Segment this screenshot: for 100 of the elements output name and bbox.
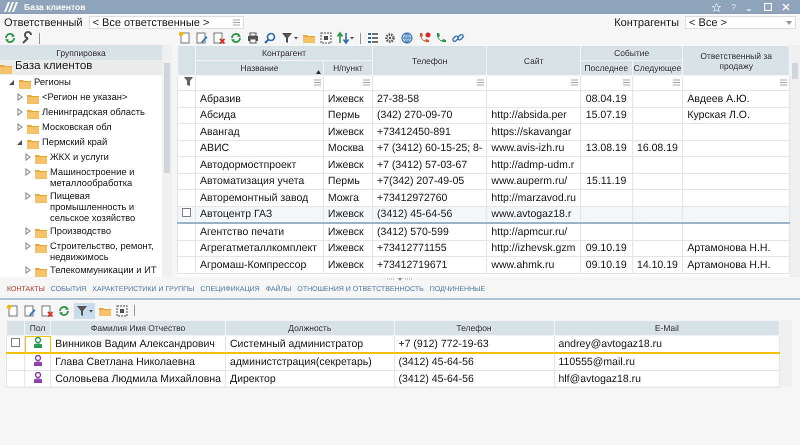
- column-header[interactable]: Телефон: [372, 46, 487, 76]
- table-cell: andrey@avtogaz18.ru: [558, 338, 662, 350]
- column-header[interactable]: Пол: [24, 320, 51, 336]
- filter-dropdown-icon[interactable]: [75, 304, 94, 318]
- globe-icon[interactable]: [400, 31, 414, 45]
- edit-document-icon[interactable]: [23, 304, 37, 318]
- tree-item[interactable]: Строительство, ремонт, недвижимось: [50, 240, 162, 262]
- table-cell: 15.11.19: [586, 175, 626, 188]
- phone-icon[interactable]: [434, 31, 448, 45]
- expand-arrow-icon[interactable]: [24, 190, 32, 202]
- table-cell: 08.04.19: [586, 92, 627, 105]
- wrench-icon[interactable]: [20, 31, 34, 45]
- expand-arrow-icon[interactable]: [24, 151, 32, 163]
- table-cell: Абразив: [200, 92, 241, 105]
- table-cell: 09.10.19: [586, 258, 627, 271]
- tree-item[interactable]: Московская обл: [42, 121, 112, 132]
- maximize-icon[interactable]: [764, 3, 772, 11]
- table-cell: www.auperm.ru/: [491, 175, 568, 188]
- expand-arrow-icon[interactable]: [16, 91, 24, 103]
- tree-item[interactable]: ЖКХ и услуги: [50, 151, 109, 162]
- close-icon[interactable]: [782, 3, 790, 11]
- column-header[interactable]: Фамилия Имя Отчество: [50, 320, 226, 336]
- scrollbar[interactable]: [162, 45, 172, 277]
- link-icon[interactable]: [451, 31, 465, 45]
- table-cell: Ижевск: [328, 242, 364, 254]
- column-header[interactable]: E-Mail: [554, 320, 780, 336]
- table-cell: Авдеев А.Ю.: [687, 92, 750, 105]
- table-cell: +7 (3412) 57-03-67: [377, 158, 468, 171]
- table-cell: 16.08.19: [637, 142, 678, 154]
- expand-arrow-icon[interactable]: [24, 264, 32, 276]
- folder-icon: [35, 242, 47, 253]
- folder-icon: [0, 63, 12, 74]
- scrollbar[interactable]: [790, 45, 800, 277]
- expand-arrow-icon[interactable]: [24, 166, 32, 178]
- table-cell: 27-38-58: [377, 92, 420, 105]
- menu-icon[interactable]: [363, 79, 370, 86]
- table-cell: Артамонова Н.Н.: [687, 242, 770, 254]
- person-icon: [32, 372, 43, 383]
- table-cell: http://admp-udm.r: [491, 158, 574, 171]
- dropdown-arrow-icon[interactable]: [786, 20, 792, 24]
- folder-icon: [35, 266, 47, 277]
- splitter-handle-icon[interactable]: [387, 278, 413, 282]
- menu-icon[interactable]: [314, 79, 321, 86]
- column-header[interactable]: Должность: [225, 320, 394, 336]
- scrollbar[interactable]: [780, 320, 792, 386]
- edit-document-icon[interactable]: [195, 31, 209, 45]
- column-header[interactable]: Название: [196, 60, 324, 76]
- tree-item[interactable]: Телекоммуникации и ИТ: [50, 264, 157, 275]
- table-cell: +73412719671: [377, 258, 448, 271]
- tree-item[interactable]: Ленинградская область: [42, 106, 145, 117]
- column-header[interactable]: Сайт: [486, 46, 580, 76]
- table-cell: http://marzavod.ru: [491, 192, 576, 204]
- tree-item[interactable]: Машиностроение и металлообработка: [50, 166, 162, 188]
- tree-item[interactable]: Производство: [50, 225, 112, 236]
- filter-dropdown-icon[interactable]: [280, 31, 299, 45]
- column-header[interactable]: Телефон: [394, 320, 554, 336]
- person-icon: [32, 355, 43, 366]
- new-document-icon[interactable]: [6, 304, 20, 318]
- tree-item[interactable]: Пермский край: [42, 136, 108, 147]
- menu-icon[interactable]: [477, 79, 484, 86]
- delete-document-icon[interactable]: [40, 304, 54, 318]
- expand-arrow-icon[interactable]: [16, 121, 24, 133]
- tree-item[interactable]: <Регион не указан>: [42, 91, 128, 102]
- table-cell: +73412771155: [377, 242, 447, 254]
- menu-icon[interactable]: [570, 79, 578, 86]
- folder-icon: [35, 168, 47, 179]
- column-header[interactable]: Следующее: [632, 60, 683, 76]
- menu-icon[interactable]: [673, 79, 680, 86]
- menu-icon[interactable]: [780, 79, 787, 86]
- column-header[interactable]: Ответственный за продажу: [682, 46, 790, 76]
- folder-icon: [35, 153, 47, 164]
- printer-icon[interactable]: [246, 31, 260, 45]
- search-icon[interactable]: [263, 31, 277, 45]
- select-frame-icon[interactable]: [115, 304, 129, 318]
- new-document-icon[interactable]: [178, 31, 192, 45]
- refresh-icon[interactable]: [57, 304, 71, 318]
- phone-icon[interactable]: [417, 31, 431, 45]
- expand-arrow-icon[interactable]: [24, 225, 32, 237]
- refresh-icon[interactable]: [229, 31, 243, 45]
- table-cell: (3412) 45-64-56: [398, 356, 474, 368]
- expand-arrow-icon[interactable]: [16, 106, 24, 118]
- list-icon[interactable]: [366, 31, 380, 45]
- table-cell: 09.10.19: [586, 242, 627, 254]
- sort-arrows-dropdown-icon[interactable]: [336, 31, 355, 45]
- tree-item[interactable]: Регионы: [34, 76, 71, 87]
- refresh-icon[interactable]: [3, 31, 17, 45]
- expand-arrow-icon[interactable]: [24, 240, 32, 252]
- column-header[interactable]: Последнее: [580, 60, 632, 76]
- table-cell: http://absida.per: [491, 109, 567, 122]
- responsible-combo[interactable]: < Все ответственные >: [88, 16, 244, 29]
- counterparties-combo[interactable]: < Все >: [685, 16, 796, 29]
- table-cell: Артамонова Н.Н.: [687, 258, 770, 271]
- tree-item[interactable]: Пищевая промышленность и сельское хозяйство: [50, 190, 162, 223]
- select-frame-icon[interactable]: [319, 31, 333, 45]
- delete-document-icon[interactable]: [212, 31, 226, 45]
- star-icon[interactable]: [712, 2, 722, 12]
- menu-icon[interactable]: [622, 79, 630, 86]
- menu-icon[interactable]: [232, 19, 240, 26]
- folder-icon: [27, 93, 39, 104]
- table-cell: администстрация(секретарь): [230, 356, 372, 368]
